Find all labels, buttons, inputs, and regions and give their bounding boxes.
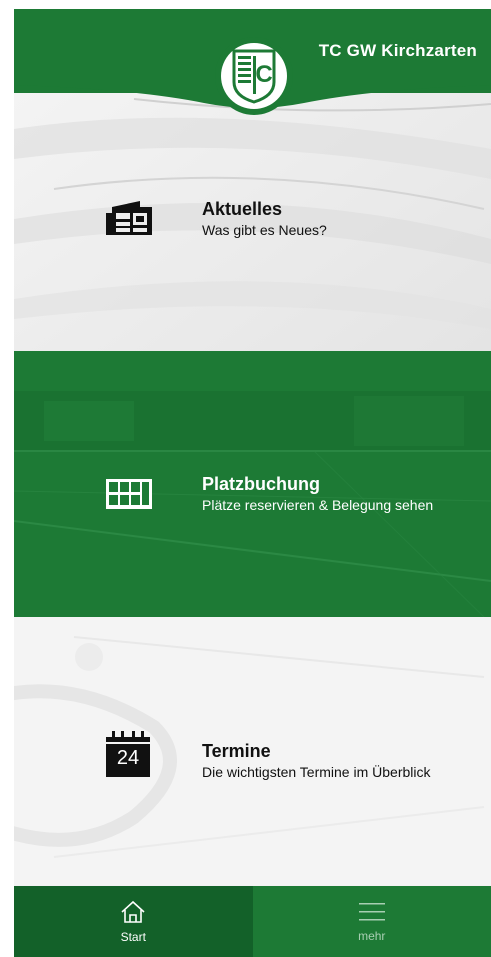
tile-aktuelles-title: Aktuelles — [202, 199, 283, 219]
calendar-day: 24 — [116, 747, 140, 769]
bottom-navigation: Start mehr — [14, 886, 491, 957]
tile-platzbuchung[interactable]: Platzbuchung Plätze reservieren & Belegu… — [14, 351, 491, 617]
tile-termine-text: Termine Die wichtigsten Termine im Überb… — [202, 740, 430, 782]
tile-termine-subtitle: Die wichtigsten Termine im Überblick — [202, 764, 431, 780]
app-screen: Aktuelles Was gibt es Neues? TC GW Kirch… — [14, 9, 491, 957]
tile-platzbuchung-text: Platzbuchung Plätze reservieren & Belegu… — [202, 473, 433, 515]
header-title: TC GW Kirchzarten — [318, 41, 477, 60]
svg-text:C: C — [255, 61, 272, 88]
tile-termine-title: Termine — [202, 741, 271, 761]
tile-platzbuchung-title: Platzbuchung — [202, 474, 320, 494]
nav-more-label: mehr — [358, 928, 386, 943]
club-logo[interactable]: C — [215, 37, 293, 115]
calendar-icon: 24 — [106, 731, 150, 782]
nav-start[interactable]: Start — [14, 886, 253, 957]
menu-icon — [358, 902, 385, 920]
tile-aktuelles-subtitle: Was gibt es Neues? — [202, 222, 327, 238]
newspaper-icon — [106, 199, 152, 242]
nav-start-label: Start — [120, 929, 146, 944]
nav-more[interactable]: mehr — [252, 886, 491, 957]
tile-aktuelles-text: Aktuelles Was gibt es Neues? — [202, 198, 327, 240]
court-grid-icon — [106, 479, 152, 514]
tile-platzbuchung-subtitle: Plätze reservieren & Belegung sehen — [202, 497, 434, 513]
tile-termine[interactable]: 24 Termine Die wichtigsten Termine im Üb… — [14, 617, 491, 885]
club-crest-icon: C — [232, 49, 276, 104]
home-icon — [121, 900, 145, 923]
